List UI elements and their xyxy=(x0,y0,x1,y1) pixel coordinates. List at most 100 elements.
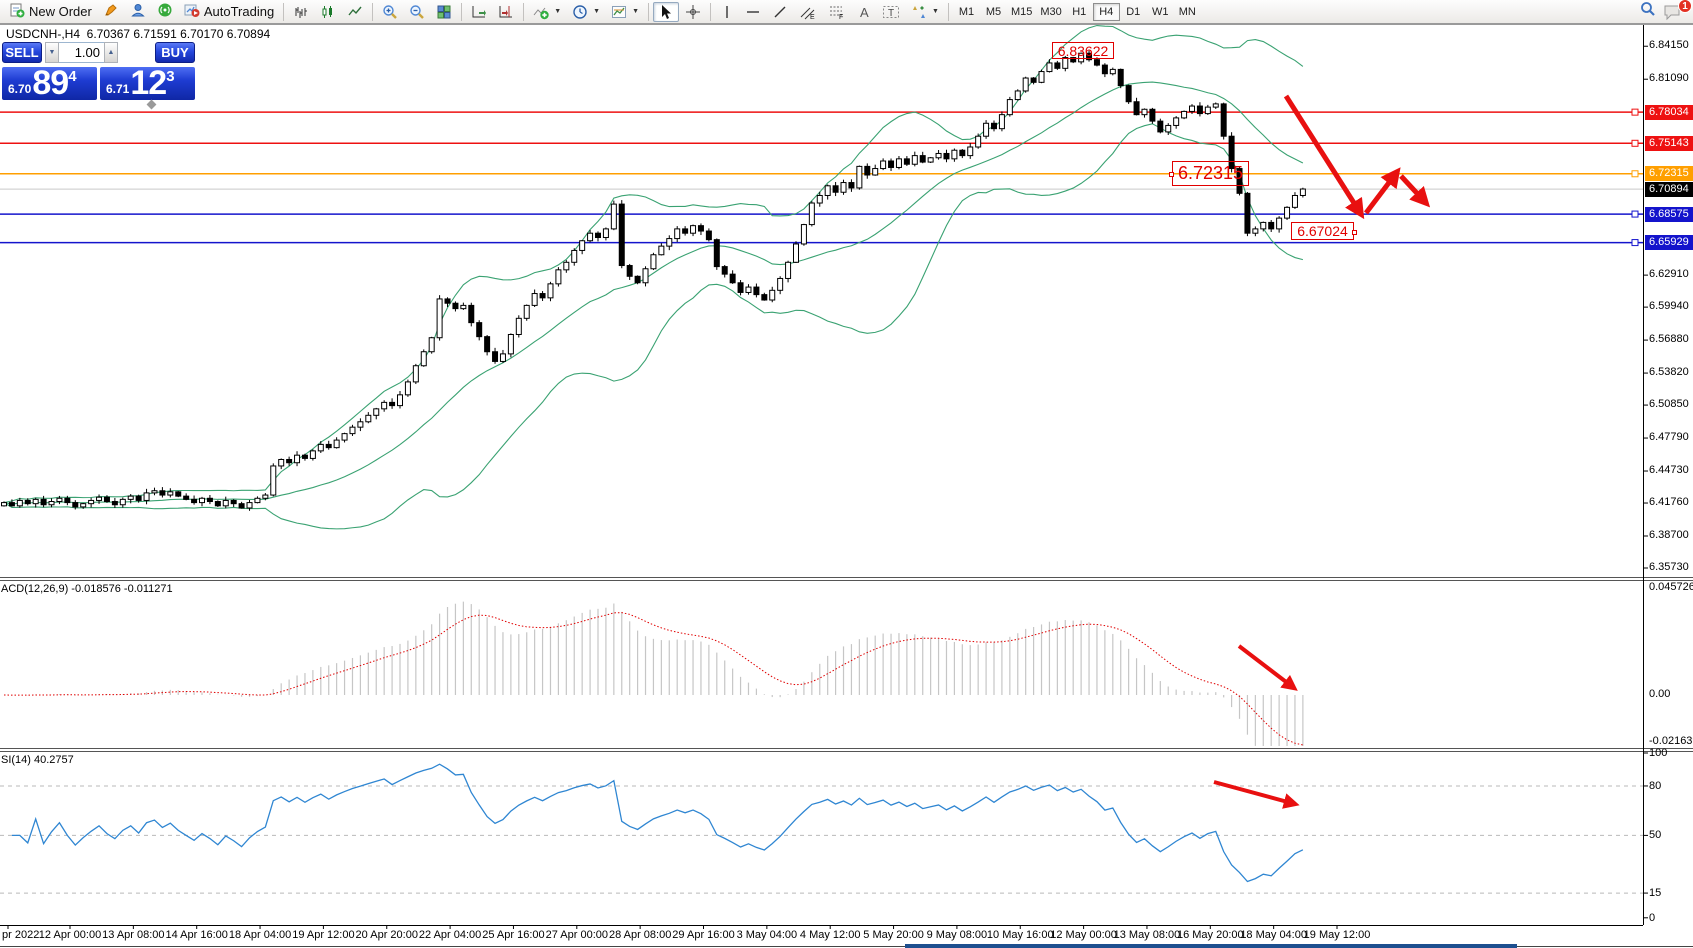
text-label-icon: T xyxy=(882,4,900,20)
price-tick: 6.38700 xyxy=(1649,529,1689,541)
dropdown-caret: ▼ xyxy=(593,8,600,15)
price-tick: 6.47790 xyxy=(1649,431,1689,443)
toolbar-separator xyxy=(461,3,462,21)
line-chart-icon xyxy=(347,4,363,20)
text-icon: A xyxy=(857,4,871,20)
sell-price-panel[interactable]: 6.70 89 4 xyxy=(2,67,97,100)
bottom-edge-bar xyxy=(905,944,1517,948)
rsi-axis-label: 15 xyxy=(1649,887,1661,899)
volume-decrease-button[interactable]: ▼ xyxy=(45,42,59,63)
label-tool-button[interactable]: T xyxy=(877,2,905,22)
community-button[interactable] xyxy=(125,2,151,22)
line-chart-button[interactable] xyxy=(342,2,368,22)
volume-input[interactable]: 1.00 xyxy=(59,42,104,63)
notifications-button[interactable]: 1 xyxy=(1663,3,1685,21)
fibonacci-tool-button[interactable]: F xyxy=(823,2,851,22)
candle-chart-button[interactable] xyxy=(315,2,341,22)
price-annotation[interactable]: 6.83622 xyxy=(1052,42,1114,59)
hline-tool-button[interactable] xyxy=(740,2,766,22)
trend-arrow xyxy=(1366,172,1397,213)
buy-button[interactable]: BUY xyxy=(155,42,195,63)
search-icon[interactable] xyxy=(1639,0,1657,23)
equidistant-channel-icon: E xyxy=(799,4,817,20)
toolbar-separator xyxy=(948,3,949,21)
time-label: 5 May 20:00 xyxy=(863,929,924,941)
timeframe-mn[interactable]: MN xyxy=(1174,3,1201,21)
svg-text:E: E xyxy=(810,14,815,20)
time-label: 19 Apr 12:00 xyxy=(292,929,354,941)
periods-button[interactable]: ▼ xyxy=(567,2,605,22)
template-icon xyxy=(611,4,627,20)
price-tick: 6.56880 xyxy=(1649,333,1689,345)
new-order-button[interactable]: New Order xyxy=(4,2,97,22)
text-tool-button[interactable]: A xyxy=(852,2,876,22)
indicators-button[interactable]: ▼ xyxy=(528,2,566,22)
time-label: 3 May 04:00 xyxy=(737,929,798,941)
timeframe-m1[interactable]: M1 xyxy=(953,3,980,21)
trendline-tool-button[interactable] xyxy=(767,2,793,22)
time-label: 12 Apr 00:00 xyxy=(39,929,101,941)
trend-arrow xyxy=(1239,646,1294,688)
bar-chart-icon xyxy=(293,4,309,20)
fibonacci-icon: F xyxy=(828,4,846,20)
buy-price-base: 6.71 xyxy=(106,82,129,96)
crosshair-icon xyxy=(685,4,701,20)
chart-canvas[interactable] xyxy=(0,0,1693,948)
rsi-axis-label: 50 xyxy=(1649,829,1661,841)
timeframe-h1[interactable]: H1 xyxy=(1066,3,1093,21)
price-annotation[interactable]: 6.67024 xyxy=(1291,222,1354,240)
timeframe-w1[interactable]: W1 xyxy=(1147,3,1174,21)
time-label: 22 Apr 04:00 xyxy=(419,929,481,941)
svg-text:F: F xyxy=(839,14,843,20)
auto-scroll-button[interactable] xyxy=(466,2,492,22)
chart-shift-button[interactable] xyxy=(493,2,519,22)
price-tick: 6.44730 xyxy=(1649,464,1689,476)
timeframe-bar: M1M5M15M30H1H4D1W1MN xyxy=(953,3,1201,21)
timeframe-d1[interactable]: D1 xyxy=(1120,3,1147,21)
rsi-label: SI(14) 40.2757 xyxy=(1,754,74,766)
arrows-tool-button[interactable]: ▼ xyxy=(906,2,944,22)
buy-price-pips: 12 xyxy=(130,68,166,99)
timeframe-h4[interactable]: H4 xyxy=(1093,3,1120,21)
sell-button[interactable]: SELL xyxy=(2,42,42,63)
timeframe-m5[interactable]: M5 xyxy=(980,3,1007,21)
bar-chart-button[interactable] xyxy=(288,2,314,22)
clock-icon xyxy=(572,4,588,20)
tile-windows-button[interactable] xyxy=(431,2,457,22)
trendline-icon xyxy=(772,4,788,20)
zoom-out-button[interactable] xyxy=(404,2,430,22)
sell-price-pips: 89 xyxy=(32,68,68,99)
timeframe-m30[interactable]: M30 xyxy=(1036,3,1065,21)
crayon-icon xyxy=(103,2,119,21)
macd-label: ACD(12,26,9) -0.018576 -0.011271 xyxy=(1,583,173,595)
price-annotation[interactable]: 6.72315 xyxy=(1172,161,1249,186)
toolbar-separator xyxy=(648,3,649,21)
svg-text:A: A xyxy=(860,5,869,20)
price-tick: 6.59940 xyxy=(1649,300,1689,312)
zoom-in-button[interactable] xyxy=(377,2,403,22)
vline-tool-button[interactable] xyxy=(715,2,739,22)
signal-button[interactable] xyxy=(152,2,178,22)
price-tick: 6.50850 xyxy=(1649,398,1689,410)
tile-windows-icon xyxy=(436,4,452,20)
macd-axis-zero: 0.00 xyxy=(1649,688,1670,700)
signal-icon xyxy=(157,2,173,21)
time-label: 25 Apr 16:00 xyxy=(482,929,544,941)
autotrading-button[interactable]: AutoTrading xyxy=(179,2,279,22)
styler-button[interactable] xyxy=(98,2,124,22)
crosshair-tool-button[interactable] xyxy=(680,2,706,22)
time-label: 19 May 12:00 xyxy=(1304,929,1371,941)
volume-increase-button[interactable]: ▲ xyxy=(104,42,118,63)
templates-button[interactable]: ▼ xyxy=(606,2,644,22)
current-price-badge: 6.70894 xyxy=(1645,182,1693,197)
dropdown-caret: ▼ xyxy=(632,8,639,15)
timeframe-m15[interactable]: M15 xyxy=(1007,3,1036,21)
time-label: 14 Apr 16:00 xyxy=(165,929,227,941)
buy-price-panel[interactable]: 6.71 12 3 xyxy=(100,67,195,100)
cursor-tool-button[interactable] xyxy=(653,2,679,22)
one-click-trading-panel: SELL ▼ 1.00 ▲ BUY 6.70 89 4 6.71 12 3 xyxy=(2,40,195,100)
time-label: 12 May 00:00 xyxy=(1050,929,1117,941)
toolbar-separator xyxy=(523,3,524,21)
channel-tool-button[interactable]: E xyxy=(794,2,822,22)
volume-stepper: ▼ 1.00 ▲ xyxy=(45,42,118,63)
